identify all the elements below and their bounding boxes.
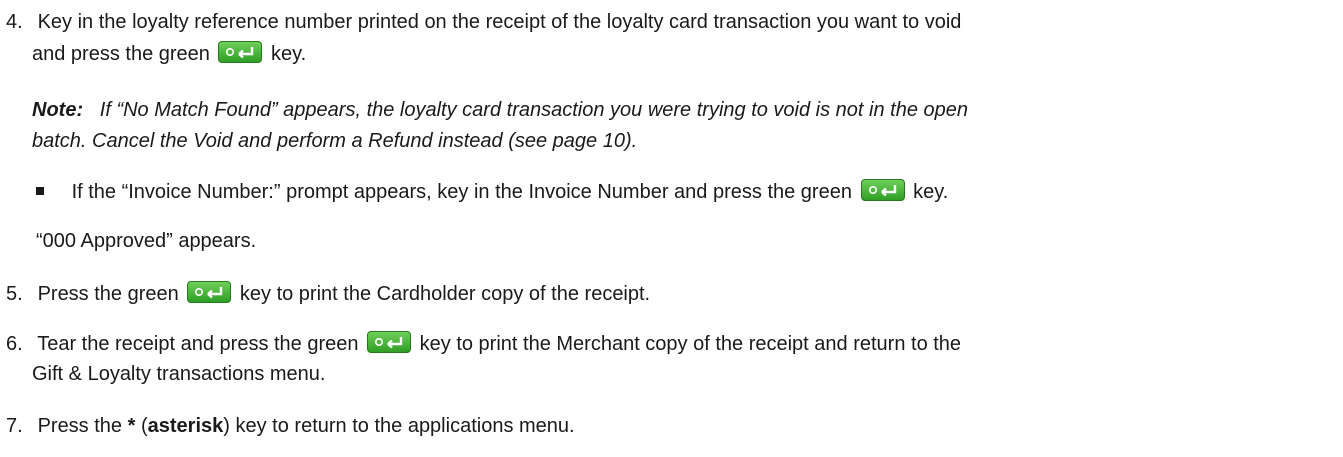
- note-text-2: batch. Cancel the Void and perform a Ref…: [32, 130, 638, 152]
- step-6-line-1: 6. Tear the receipt and press the green …: [6, 331, 961, 356]
- step-6-text-pre: Tear the receipt and press the green: [37, 333, 359, 355]
- step-4-line-1: 4. Key in the loyalty reference number p…: [6, 10, 961, 34]
- asterisk-word: asterisk: [147, 415, 224, 437]
- step-6-text-post: key to print the Merchant copy of the re…: [419, 333, 962, 355]
- note-line-2: batch. Cancel the Void and perform a Ref…: [32, 129, 637, 153]
- note-text: If “No Match Found” appears, the loyalty…: [99, 99, 969, 121]
- bullet-text-post: key.: [913, 181, 949, 203]
- step-5: 5. Press the green key to print the Card…: [6, 281, 650, 306]
- paren-close: ): [223, 415, 230, 437]
- step-6-line-2: Gift & Loyalty transactions menu.: [32, 363, 326, 385]
- step-number: 4.: [6, 11, 23, 33]
- step-number: 7.: [6, 415, 23, 437]
- paren-open: (: [140, 415, 148, 437]
- bullet-text-pre: If the “Invoice Number:” prompt appears,…: [71, 181, 852, 203]
- step-4-line-2: and press the green key.: [32, 41, 306, 66]
- bullet-item: If the “Invoice Number:” prompt appears,…: [36, 179, 948, 204]
- step-4-text-pre: and press the green: [32, 43, 210, 65]
- step-number: 6.: [6, 333, 23, 355]
- step-4-text: Key in the loyalty reference number prin…: [37, 11, 962, 33]
- step-4-text-post: key.: [271, 43, 307, 65]
- step-number: 5.: [6, 283, 23, 305]
- note-line-1: Note: If “No Match Found” appears, the l…: [32, 98, 968, 122]
- step-7-text-pre: Press the: [37, 415, 123, 437]
- bullet-icon: [36, 186, 44, 195]
- enter-key-icon: [367, 331, 412, 353]
- asterisk-symbol: *: [127, 415, 136, 437]
- enter-key-icon: [218, 41, 263, 63]
- note-label: Note:: [32, 99, 84, 121]
- enter-key-icon: [187, 281, 232, 303]
- step-7: 7. Press the * (asterisk) key to return …: [6, 414, 575, 438]
- step-5-text-post: key to print the Cardholder copy of the …: [239, 283, 651, 305]
- enter-key-icon: [860, 179, 905, 201]
- step-5-text-pre: Press the green: [37, 283, 179, 305]
- approved-text: “000 Approved” appears.: [36, 230, 257, 252]
- step-7-text-post: key to return to the applications menu.: [235, 415, 575, 437]
